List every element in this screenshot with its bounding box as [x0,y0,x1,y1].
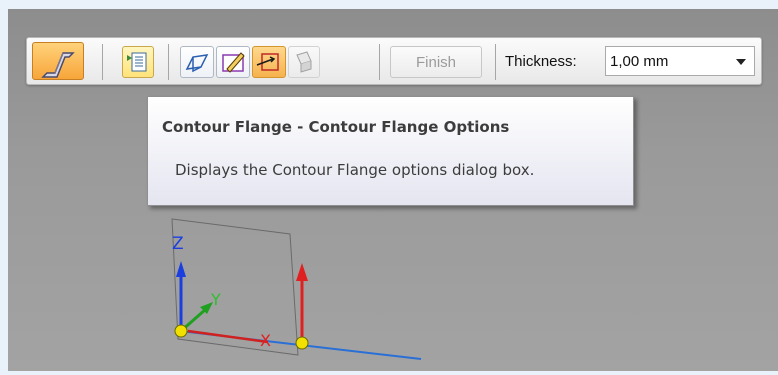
x-axis-label: X [260,331,271,350]
handle-point-icon [295,336,309,350]
red-arrow-head-icon [296,263,308,281]
coordinate-triad: Z Y X [171,218,422,360]
reference-plane [171,218,299,356]
z-axis-label: Z [172,234,184,254]
y-axis-label: Y [210,290,221,309]
graphics-window[interactable]: Finish Thickness: 1,00 mm Contour Flange… [8,9,778,371]
handle-point-icon [174,324,188,338]
